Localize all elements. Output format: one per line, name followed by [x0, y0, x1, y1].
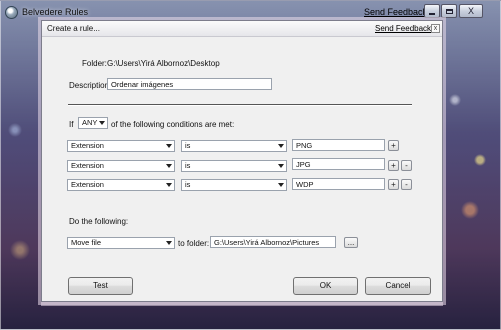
chevron-down-icon — [166, 241, 172, 245]
condition-field-select[interactable]: Extension — [67, 179, 175, 191]
condition-value-input[interactable]: WDP — [292, 178, 385, 190]
condition-operator-select[interactable]: is — [181, 179, 287, 191]
condition-value-input[interactable]: PNG — [292, 139, 385, 151]
condition-field-value: Extension — [71, 180, 104, 189]
folder-path: G:\Users\Yirá Albornoz\Desktop — [107, 59, 220, 68]
ok-button[interactable]: OK — [293, 277, 358, 295]
to-folder-label: to folder: — [178, 239, 210, 248]
condition-operator-select[interactable]: is — [181, 140, 287, 152]
close-button[interactable]: X — [459, 4, 483, 18]
chevron-down-icon — [166, 183, 172, 187]
close-icon: x — [433, 25, 438, 32]
folder-label: Folder: — [82, 59, 107, 68]
condition-operator-value: is — [185, 141, 191, 150]
dialog-close-button[interactable]: x — [431, 24, 440, 33]
if-label: If — [69, 120, 74, 129]
maximize-button[interactable] — [441, 4, 457, 18]
conditions-suffix-label: of the following conditions are met: — [111, 120, 235, 129]
maximize-icon — [445, 8, 453, 14]
do-following-label: Do the following: — [69, 217, 129, 226]
to-folder-input[interactable]: G:\Users\Yirá Albornoz\Pictures — [210, 236, 336, 248]
action-select[interactable]: Move file — [67, 237, 175, 249]
dialog-titlebar[interactable]: Create a rule... Send Feedback x — [42, 21, 442, 37]
remove-condition-button[interactable]: - — [401, 179, 412, 190]
chevron-down-icon — [166, 164, 172, 168]
minimize-icon — [429, 12, 435, 15]
add-condition-button[interactable]: + — [388, 179, 399, 190]
outer-send-feedback-link[interactable]: Send Feedback — [364, 7, 427, 17]
chevron-down-icon — [278, 164, 284, 168]
dialog-send-feedback-link[interactable]: Send Feedback — [375, 24, 431, 33]
chevron-down-icon — [278, 144, 284, 148]
cancel-button[interactable]: Cancel — [365, 277, 431, 295]
add-condition-button[interactable]: + — [388, 160, 399, 171]
create-rule-dialog: Create a rule... Send Feedback x Folder:… — [41, 20, 443, 302]
dialog-title: Create a rule... — [47, 24, 100, 33]
chevron-down-icon — [278, 183, 284, 187]
match-mode-select[interactable]: ANY — [78, 117, 108, 129]
condition-field-value: Extension — [71, 161, 104, 170]
condition-field-value: Extension — [71, 141, 104, 150]
chevron-down-icon — [166, 144, 172, 148]
test-button[interactable]: Test — [68, 277, 133, 295]
description-label: Description: — [69, 81, 112, 90]
section-divider — [68, 104, 412, 106]
minimize-button[interactable] — [424, 4, 440, 18]
condition-operator-value: is — [185, 180, 191, 189]
dialog-frame-edge — [41, 302, 443, 306]
outer-window-title: Belvedere Rules — [22, 7, 89, 17]
add-condition-button[interactable]: + — [388, 140, 399, 151]
condition-field-select[interactable]: Extension — [67, 140, 175, 152]
browse-folder-button[interactable]: ... — [344, 237, 358, 248]
remove-condition-button[interactable]: - — [401, 160, 412, 171]
app-logo-icon — [5, 6, 18, 19]
condition-operator-value: is — [185, 161, 191, 170]
action-value: Move file — [71, 238, 102, 247]
chevron-down-icon — [99, 121, 105, 125]
description-input[interactable]: Ordenar imágenes — [107, 78, 272, 90]
condition-operator-select[interactable]: is — [181, 160, 287, 172]
condition-field-select[interactable]: Extension — [67, 160, 175, 172]
match-mode-value: ANY — [82, 118, 98, 127]
condition-value-input[interactable]: JPG — [292, 158, 385, 170]
close-icon: X — [467, 6, 474, 16]
